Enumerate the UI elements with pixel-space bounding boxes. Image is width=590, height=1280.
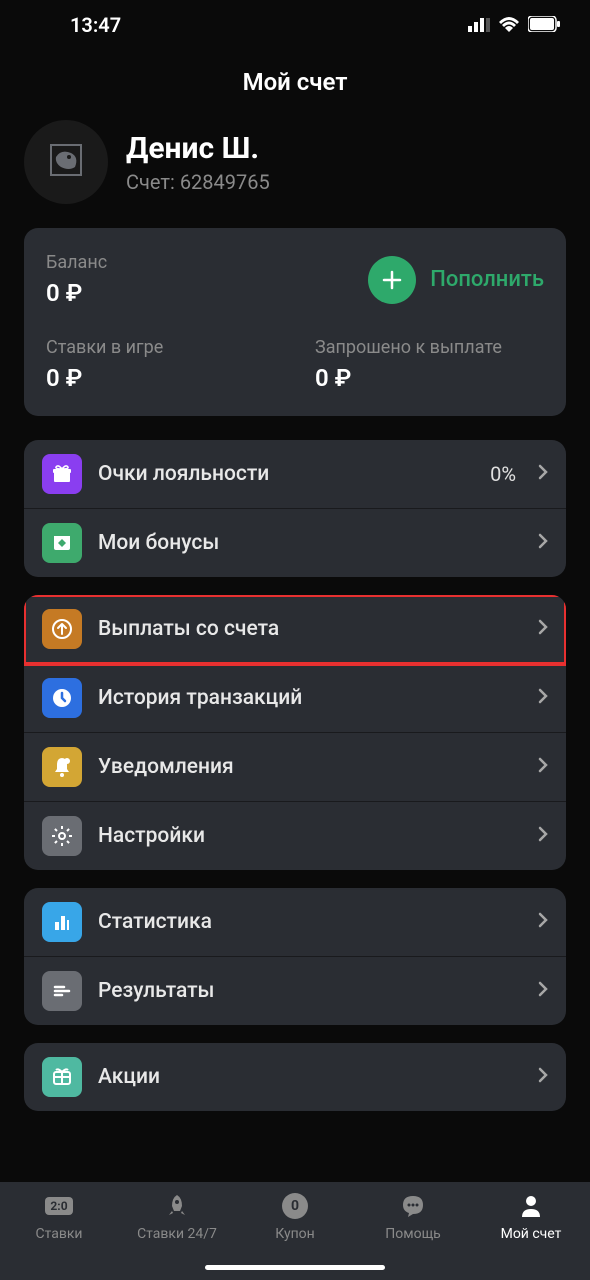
menu-item-history[interactable]: История транзакций bbox=[24, 664, 566, 733]
nav-label: Ставки bbox=[35, 1226, 82, 1242]
chevron-right-icon bbox=[538, 826, 548, 846]
status-time: 13:47 bbox=[70, 13, 121, 37]
menu-item-withdraw[interactable]: Выплаты со счета bbox=[24, 595, 566, 664]
nav-bets[interactable]: 2:0 Ставки bbox=[0, 1192, 118, 1242]
bell-icon bbox=[42, 747, 82, 787]
nav-label: Купон bbox=[275, 1226, 314, 1242]
nav-label: Мой счет bbox=[501, 1226, 562, 1242]
chevron-right-icon bbox=[538, 533, 548, 553]
menu-item-settings[interactable]: Настройки bbox=[24, 802, 566, 870]
topup-label: Пополнить bbox=[430, 267, 544, 292]
plus-icon bbox=[368, 256, 416, 304]
score-icon: 2:0 bbox=[41, 1192, 77, 1220]
menu-item-loyalty[interactable]: Очки лояльности 0% bbox=[24, 440, 566, 509]
clock-icon bbox=[42, 678, 82, 718]
menu-group-2: Выплаты со счета История транзакций Увед… bbox=[24, 595, 566, 870]
chevron-right-icon bbox=[538, 912, 548, 932]
chevron-right-icon bbox=[538, 464, 548, 484]
nav-label: Ставки 24/7 bbox=[137, 1226, 217, 1242]
profile-account: Счет: 62849765 bbox=[126, 170, 270, 194]
menu-group-4: Акции bbox=[24, 1043, 566, 1111]
menu-label: Статистика bbox=[98, 910, 522, 934]
profile-name: Денис Ш. bbox=[126, 131, 270, 166]
menu-label: Акции bbox=[98, 1065, 522, 1089]
chat-icon bbox=[395, 1192, 431, 1220]
person-icon bbox=[513, 1192, 549, 1220]
nav-account[interactable]: Мой счет bbox=[472, 1192, 590, 1242]
menu-item-promo[interactable]: Акции bbox=[24, 1043, 566, 1111]
chevron-right-icon bbox=[538, 688, 548, 708]
gift-icon bbox=[42, 454, 82, 494]
menu-label: Уведомления bbox=[98, 755, 522, 779]
status-bar: 13:47 bbox=[0, 0, 590, 50]
chevron-right-icon bbox=[538, 619, 548, 639]
loyalty-value: 0% bbox=[490, 462, 516, 486]
in-play-label: Ставки в игре bbox=[46, 337, 275, 358]
withdraw-icon bbox=[42, 609, 82, 649]
coupon-icon: 0 bbox=[277, 1192, 313, 1220]
gear-icon bbox=[42, 816, 82, 856]
status-indicators bbox=[468, 13, 560, 37]
menu-item-results[interactable]: Результаты bbox=[24, 957, 566, 1025]
menu-group-1: Очки лояльности 0% Мои бонусы bbox=[24, 440, 566, 577]
battery-icon bbox=[528, 13, 560, 37]
requested-amount: 0 ₽ bbox=[315, 364, 544, 392]
menu-label: Результаты bbox=[98, 979, 522, 1003]
menu-label: Мои бонусы bbox=[98, 531, 522, 555]
balance-amount: 0 ₽ bbox=[46, 279, 107, 307]
avatar-logo-icon bbox=[41, 137, 91, 187]
topup-button[interactable]: Пополнить bbox=[368, 256, 544, 304]
menu-item-stats[interactable]: Статистика bbox=[24, 888, 566, 957]
nav-coupon[interactable]: 0 Купон bbox=[236, 1192, 354, 1242]
balance-label: Баланс bbox=[46, 252, 107, 273]
menu-item-notifications[interactable]: Уведомления bbox=[24, 733, 566, 802]
rocket-icon bbox=[159, 1192, 195, 1220]
wifi-icon bbox=[498, 13, 520, 37]
chevron-right-icon bbox=[538, 1067, 548, 1087]
chevron-right-icon bbox=[538, 981, 548, 1001]
in-play-amount: 0 ₽ bbox=[46, 364, 275, 392]
menu-group-3: Статистика Результаты bbox=[24, 888, 566, 1025]
balance-card: Баланс 0 ₽ Пополнить Ставки в игре 0 ₽ З… bbox=[24, 228, 566, 416]
profile-section: Денис Ш. Счет: 62849765 bbox=[0, 120, 590, 228]
nav-label: Помощь bbox=[385, 1226, 441, 1242]
bonus-icon bbox=[42, 523, 82, 563]
list-icon bbox=[42, 971, 82, 1011]
menu-label: Выплаты со счета bbox=[98, 617, 522, 641]
home-indicator[interactable] bbox=[205, 1265, 385, 1270]
menu-label: История транзакций bbox=[98, 686, 522, 710]
requested-label: Запрошено к выплате bbox=[315, 337, 544, 358]
promo-icon bbox=[42, 1057, 82, 1097]
page-title: Мой счет bbox=[0, 50, 590, 120]
avatar[interactable] bbox=[24, 120, 108, 204]
nav-help[interactable]: Помощь bbox=[354, 1192, 472, 1242]
chevron-right-icon bbox=[538, 757, 548, 777]
cellular-icon bbox=[468, 13, 490, 37]
nav-bets247[interactable]: Ставки 24/7 bbox=[118, 1192, 236, 1242]
bottom-nav: 2:0 Ставки Ставки 24/7 0 Купон Помощь Мо… bbox=[0, 1182, 590, 1280]
chart-icon bbox=[42, 902, 82, 942]
menu-label: Очки лояльности bbox=[98, 462, 474, 486]
menu-item-bonuses[interactable]: Мои бонусы bbox=[24, 509, 566, 577]
menu-label: Настройки bbox=[98, 824, 522, 848]
